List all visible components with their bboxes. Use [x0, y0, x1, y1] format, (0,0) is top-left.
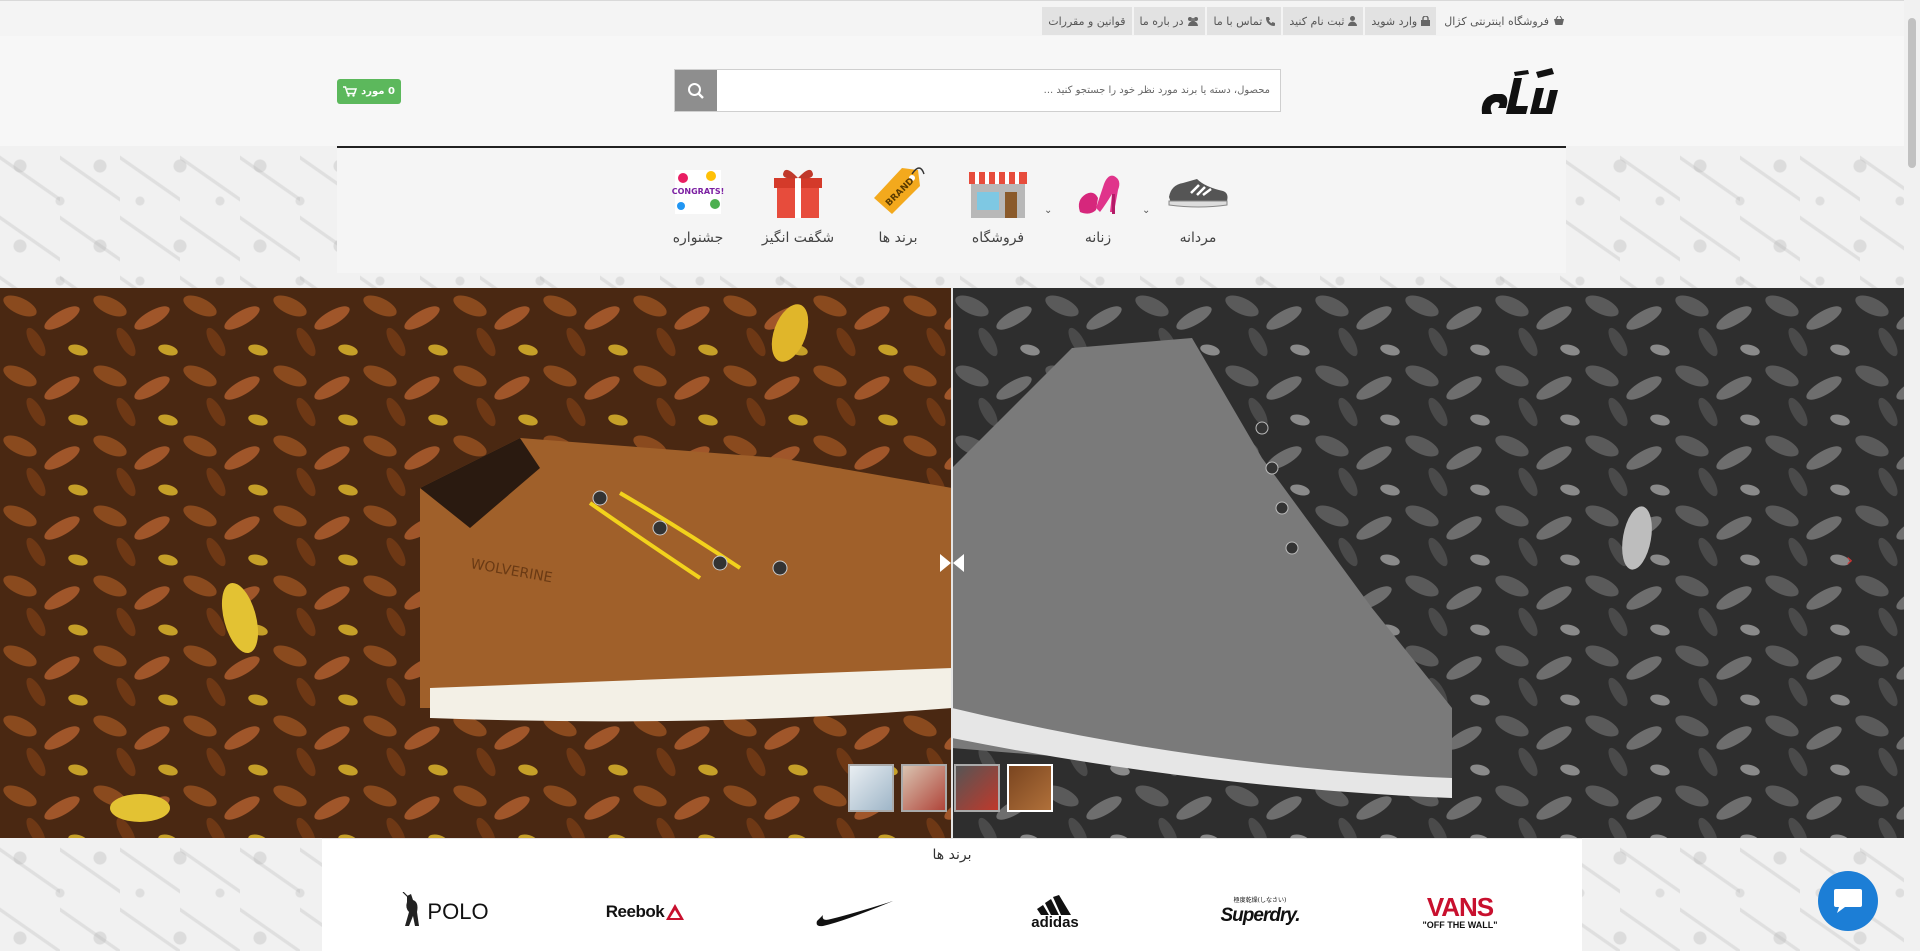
search-bar — [674, 69, 1281, 112]
group-icon — [1188, 17, 1199, 26]
polo-text: POLO — [427, 899, 489, 924]
hero-image-grayscale — [952, 288, 1904, 838]
search-input[interactable] — [717, 70, 1280, 111]
gift-icon — [774, 169, 822, 218]
nav-item-brands-label: برند ها — [878, 230, 918, 246]
adidas-text: adidas — [1031, 913, 1079, 931]
hero-image-color: WOLVERINE — [0, 288, 952, 838]
rules-link[interactable]: قوانین و مقررات — [1042, 7, 1132, 35]
brand-logo-superdry[interactable]: 極度乾燥(しなさい) Superdry. — [1200, 884, 1320, 940]
reebok-delta-icon — [666, 904, 685, 920]
nav-item-festival[interactable]: CONGRATS! جشنواره — [648, 160, 748, 246]
comparison-handle-icon[interactable] — [938, 552, 966, 574]
store-icon — [969, 172, 1027, 218]
brand-tag-icon: BRAND — [874, 167, 925, 214]
brand-logo-polo[interactable]: POLO — [390, 884, 500, 940]
user-icon — [1348, 16, 1358, 26]
vans-tagline: "OFF THE WALL" — [1422, 920, 1498, 930]
about-label: در باره ما — [1139, 14, 1184, 28]
brands-title: برند ها — [912, 847, 992, 863]
login-link[interactable]: وارد شوید — [1365, 7, 1437, 35]
register-link[interactable]: ثبت نام کنید — [1283, 7, 1364, 35]
search-button[interactable] — [675, 70, 717, 111]
top-bar: فروشگاه اینترنتی کژال وارد شوید ثبت نام … — [0, 0, 1904, 36]
kazhal-logo-icon — [1481, 68, 1558, 114]
phone-icon — [1266, 17, 1276, 26]
cart-count: 0 مورد — [361, 86, 395, 97]
vans-text: VANS — [1426, 892, 1494, 922]
leaves-and-boot-gray — [952, 288, 1904, 838]
rules-label: قوانین و مقررات — [1048, 14, 1126, 28]
contact-link[interactable]: تماس با ما — [1207, 7, 1282, 35]
category-nav-items: مردانه ⌄ زنانه ⌄ فروشگاه BRAND برند ها ش… — [337, 160, 1566, 260]
leaves-and-boot-color: WOLVERINE — [0, 288, 952, 838]
cart-icon — [343, 86, 358, 97]
superdry-japanese-text: 極度乾燥(しなさい) — [1233, 897, 1287, 904]
nav-item-mens[interactable]: مردانه ⌄ — [1142, 160, 1248, 246]
chat-bubble-icon — [1834, 889, 1862, 913]
womens-shoe-icon — [1078, 175, 1120, 214]
slider-thumbnail-active[interactable] — [1007, 764, 1053, 812]
about-link[interactable]: در باره ما — [1133, 7, 1206, 35]
basket-icon — [1554, 16, 1564, 25]
adidas-stripes-icon — [1037, 894, 1071, 915]
slider-next-arrow-icon[interactable]: › — [1846, 550, 1853, 571]
hero-slider[interactable]: WOLVERINE › — [0, 288, 1904, 838]
slider-thumbnails — [848, 764, 1053, 812]
contact-label: تماس با ما — [1213, 14, 1263, 28]
reebok-text: Reebok — [605, 902, 665, 921]
festival-icon: CONGRATS! — [672, 170, 725, 214]
nav-item-amazing-label: شگفت انگیز — [761, 230, 835, 246]
svg-text:CONGRATS!: CONGRATS! — [672, 187, 725, 196]
chat-button[interactable] — [1818, 871, 1878, 931]
site-logo[interactable] — [1476, 64, 1566, 120]
brand-logo-reebok[interactable]: Reebok — [590, 884, 700, 940]
nav-item-store[interactable]: فروشگاه — [948, 160, 1048, 246]
nav-item-mens-label: مردانه — [1179, 230, 1217, 246]
superdry-text: Superdry. — [1220, 905, 1301, 926]
store-name-label: فروشگاه اینترنتی کژال — [1444, 14, 1549, 28]
slider-thumbnail[interactable] — [901, 764, 947, 812]
brand-logo-nike[interactable] — [800, 884, 910, 940]
slider-thumbnail[interactable] — [848, 764, 894, 812]
top-links: فروشگاه اینترنتی کژال وارد شوید ثبت نام … — [1042, 7, 1571, 35]
nav-item-amazing[interactable]: شگفت انگیز — [748, 160, 848, 246]
nav-item-store-label: فروشگاه — [971, 230, 1025, 246]
brand-logo-vans[interactable]: VANS "OFF THE WALL" — [1400, 884, 1520, 940]
brand-logo-adidas[interactable]: adidas — [1000, 884, 1110, 940]
login-label: وارد شوید — [1371, 14, 1418, 28]
search-icon — [688, 82, 704, 99]
nav-item-womens[interactable]: زنانه ⌄ — [1044, 160, 1148, 246]
mens-shoe-icon — [1168, 179, 1228, 208]
polo-horse-icon — [402, 892, 420, 926]
nav-item-womens-label: زنانه — [1084, 230, 1112, 246]
nav-item-festival-label: جشنواره — [672, 230, 724, 246]
cart-button[interactable]: 0 مورد — [337, 79, 401, 104]
register-label: ثبت نام کنید — [1289, 14, 1345, 28]
nav-item-brands[interactable]: BRAND برند ها — [848, 160, 948, 246]
nike-swoosh-icon — [816, 901, 893, 927]
page-scrollbar[interactable] — [1904, 0, 1920, 951]
scrollbar-thumb[interactable] — [1908, 18, 1916, 168]
store-name-link[interactable]: فروشگاه اینترنتی کژال — [1438, 7, 1571, 35]
brand-logos: POLO Reebok adidas 極度乾燥(しなさい) Superdry. … — [370, 884, 1530, 940]
slider-thumbnail[interactable] — [954, 764, 1000, 812]
lock-icon — [1421, 16, 1431, 26]
